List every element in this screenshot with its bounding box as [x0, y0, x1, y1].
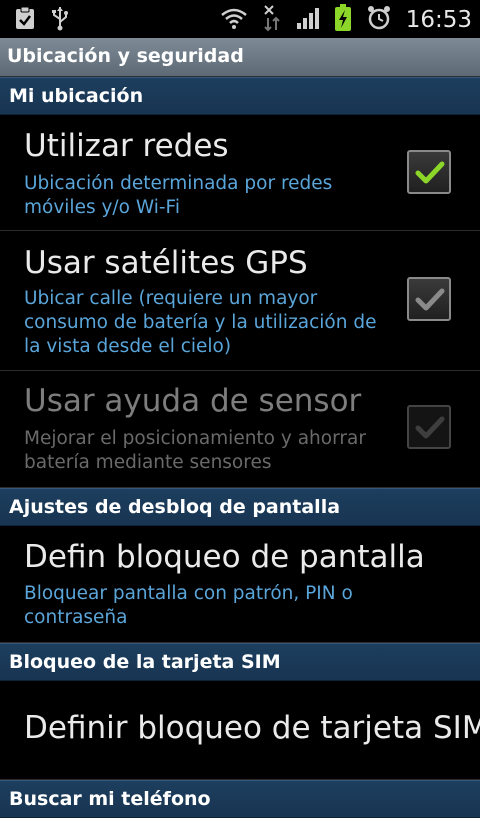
setting-usar-ayuda-sensor: Usar ayuda de sensor Mejorar el posicion…	[0, 371, 480, 488]
clock-time: 16:53	[405, 7, 472, 33]
signal-icon	[296, 6, 320, 34]
setting-summary: Bloquear pantalla con patrón, PIN o cont…	[24, 583, 353, 628]
setting-summary: Ubicación determinada por redes móviles …	[24, 173, 333, 218]
status-bar: 16:53	[0, 0, 480, 38]
setting-title: Defin bloqueo de pantalla	[24, 539, 425, 575]
setting-title: Utilizar redes	[24, 128, 229, 164]
setting-title: Usar ayuda de sensor	[24, 383, 362, 419]
section-header-desbloqueo: Ajustes de desbloq de pantalla	[0, 488, 480, 526]
checkmark-icon	[415, 416, 445, 439]
setting-title: Definir bloqueo de tarjeta SIM	[24, 710, 480, 746]
setting-summary: Ubicar calle (requiere un mayor consumo …	[24, 288, 377, 357]
setting-summary: Mejorar el posicionamiento y ahorrar bat…	[24, 428, 366, 473]
setting-bloqueo-pantalla[interactable]: Defin bloqueo de pantalla Bloquear panta…	[0, 525, 480, 643]
section-header-sim: Bloqueo de la tarjeta SIM	[0, 643, 480, 681]
title-bar: Ubicación y seguridad	[0, 38, 480, 77]
section-title: Bloqueo de la tarjeta SIM	[9, 651, 281, 673]
setting-utilizar-redes[interactable]: Utilizar redes Ubicación determinada por…	[0, 114, 480, 231]
setting-bloqueo-sim[interactable]: Definir bloqueo de tarjeta SIM	[0, 680, 480, 780]
clipboard-check-icon	[14, 5, 36, 35]
section-header-buscar: Buscar mi teléfono	[0, 780, 480, 818]
section-title: Buscar mi teléfono	[9, 788, 211, 810]
section-header-mi-ubicacion: Mi ubicación	[0, 77, 480, 115]
section-title: Ajustes de desbloq de pantalla	[9, 496, 341, 518]
usar-ayuda-sensor-checkbox	[407, 405, 451, 449]
usar-gps-checkbox[interactable]	[407, 277, 451, 321]
section-title: Mi ubicación	[9, 85, 144, 107]
data-transfer-icon	[262, 4, 282, 36]
setting-usar-gps[interactable]: Usar satélites GPS Ubicar calle (requier…	[0, 231, 480, 371]
alarm-icon	[366, 5, 392, 35]
page-title: Ubicación y seguridad	[7, 45, 244, 67]
setting-title: Usar satélites GPS	[24, 245, 308, 281]
utilizar-redes-checkbox[interactable]	[407, 150, 451, 194]
wifi-icon	[220, 6, 248, 34]
battery-charging-icon	[334, 4, 352, 36]
usb-icon	[50, 5, 70, 35]
checkmark-icon	[415, 161, 445, 184]
checkmark-icon	[415, 288, 445, 311]
